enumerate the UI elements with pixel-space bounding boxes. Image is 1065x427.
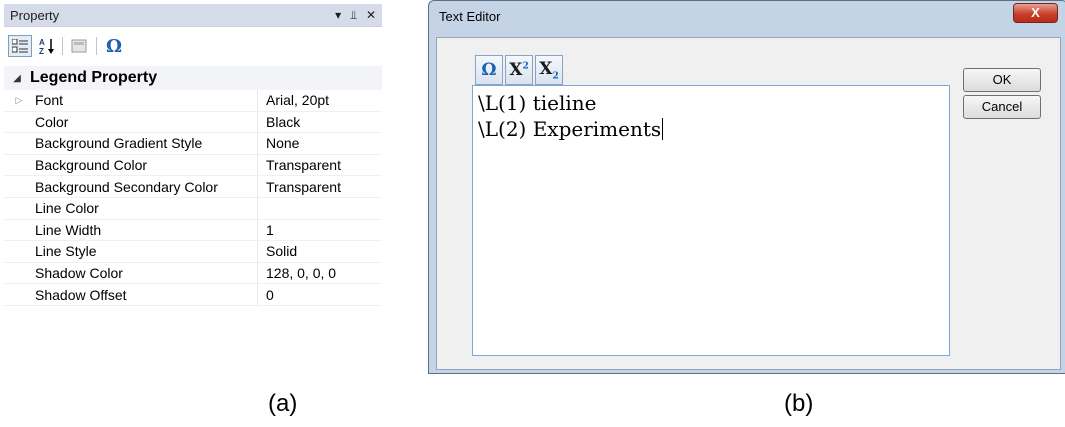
close-button[interactable]: X (1013, 3, 1058, 23)
property-name: Shadow Color (34, 262, 258, 284)
property-row-font[interactable]: ▷ Font Arial, 20pt (4, 90, 382, 112)
property-row-shadow-offset[interactable]: Shadow Offset 0 (4, 284, 382, 306)
property-value[interactable] (258, 198, 266, 219)
property-value[interactable]: Arial, 20pt (258, 90, 329, 111)
expand-triangle-icon[interactable]: ▷ (4, 95, 34, 106)
symbol-button[interactable]: Ω (103, 35, 125, 57)
toolbar-separator (62, 37, 63, 55)
collapse-triangle-icon[interactable]: ◢ (4, 73, 30, 84)
editor-line: \L(1) tieline (478, 91, 597, 115)
property-name: Line Style (34, 241, 258, 262)
ok-button[interactable]: OK (963, 68, 1041, 92)
sort-az-icon: A Z (39, 38, 54, 55)
property-panel-header: Property ▾ ⫫ ✕ (4, 4, 382, 27)
format-toolbar: Ω X2 X2 (475, 55, 563, 85)
text-editor-area[interactable]: \L(1) tieline \L(2) Experiments (472, 85, 950, 356)
dialog-client-area: Ω X2 X2 \L(1) tieline \L(2) Experiments … (436, 37, 1061, 370)
caption-a: (a) (268, 390, 298, 417)
property-panel-title: Property (10, 8, 60, 23)
superscript-button[interactable]: X2 (505, 55, 533, 85)
alphabetical-sort-button[interactable]: A Z (36, 35, 58, 57)
superscript-icon: X2 (509, 60, 529, 80)
dropdown-icon[interactable]: ▾ (335, 4, 341, 27)
property-row-line-width[interactable]: Line Width 1 (4, 219, 382, 242)
property-name: Background Secondary Color (34, 176, 258, 197)
property-value[interactable]: 128, 0, 0, 0 (258, 263, 336, 284)
property-panel: Property ▾ ⫫ ✕ A Z Ω ◢ Legend Property ▷… (4, 4, 382, 311)
property-name: Font (34, 90, 258, 111)
property-row-background-color[interactable]: Background Color Transparent (4, 154, 382, 177)
property-row-background-secondary-color[interactable]: Background Secondary Color Transparent (4, 176, 382, 198)
caption-b: (b) (784, 390, 814, 417)
editor-line: \L(2) Experiments (478, 117, 664, 141)
property-row-line-color[interactable]: Line Color (4, 197, 382, 220)
property-row-line-style[interactable]: Line Style Solid (4, 241, 382, 263)
svg-text:Z: Z (39, 47, 44, 55)
property-name: Background Color (34, 154, 258, 176)
property-name: Shadow Offset (34, 284, 258, 305)
cancel-button[interactable]: Cancel (963, 95, 1041, 119)
property-value[interactable]: Black (258, 112, 300, 133)
text-editor-dialog: Text Editor X Ω X2 X2 \L(1) tieline \L(2… (428, 0, 1065, 374)
omega-icon: Ω (105, 35, 123, 57)
text-caret (662, 118, 664, 140)
subscript-icon: X2 (539, 58, 559, 82)
property-row-shadow-color[interactable]: Shadow Color 128, 0, 0, 0 (4, 262, 382, 285)
property-value[interactable]: 1 (258, 220, 274, 241)
property-value[interactable]: 0 (258, 284, 274, 305)
close-icon[interactable]: ✕ (366, 4, 376, 27)
property-row-color[interactable]: Color Black (4, 111, 382, 134)
category-row[interactable]: ◢ Legend Property (4, 66, 382, 90)
property-pages-icon (71, 39, 87, 53)
svg-text:A: A (39, 38, 45, 47)
pin-icon[interactable]: ⫫ (350, 4, 357, 27)
property-name: Background Gradient Style (34, 133, 258, 154)
categorized-icon (12, 39, 28, 53)
property-name: Color (34, 111, 258, 133)
subscript-button[interactable]: X2 (535, 55, 563, 85)
insert-symbol-button[interactable]: Ω (475, 55, 503, 85)
omega-icon: Ω (481, 60, 497, 80)
property-value[interactable]: Transparent (258, 155, 341, 176)
property-row-background-gradient-style[interactable]: Background Gradient Style None (4, 133, 382, 155)
toolbar-separator (96, 37, 97, 55)
property-value[interactable]: Solid (258, 241, 297, 262)
property-pages-button[interactable] (68, 35, 90, 57)
property-toolbar: A Z Ω (4, 28, 382, 62)
dialog-title: Text Editor (439, 9, 501, 24)
category-label: Legend Property (30, 69, 158, 86)
property-name: Line Width (34, 219, 258, 241)
property-value[interactable]: Transparent (258, 176, 341, 197)
property-grid: ◢ Legend Property ▷ Font Arial, 20pt Col… (4, 66, 382, 306)
property-value[interactable]: None (258, 133, 299, 154)
close-icon: X (1031, 5, 1040, 20)
property-name: Line Color (34, 197, 258, 219)
categorized-view-button[interactable] (8, 35, 32, 57)
